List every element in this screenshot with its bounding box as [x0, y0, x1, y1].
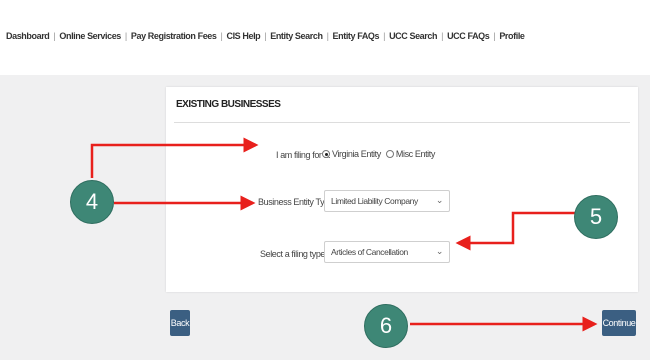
nav-item-pay-registration-fees[interactable]: Pay Registration Fees	[131, 31, 217, 41]
radio-button-unchecked[interactable]	[385, 150, 394, 158]
callout-badge-6: 6	[364, 304, 408, 348]
filing-type-value: Articles of Cancellation	[331, 247, 408, 257]
nav-separator: |	[383, 31, 386, 41]
divider	[174, 122, 630, 123]
nav-separator: |	[493, 31, 496, 41]
nav-item-dashboard[interactable]: Dashboard	[6, 31, 50, 41]
nav-separator: |	[326, 31, 329, 41]
nav-item-entity-search[interactable]: Entity Search	[270, 31, 323, 41]
top-navigation: Dashboard | Online Services | Pay Regist…	[0, 0, 650, 75]
filing-type-select[interactable]: Articles of Cancellation ⌄	[324, 241, 450, 263]
continue-button[interactable]: Continue	[602, 310, 636, 336]
radio-button-checked[interactable]	[322, 150, 330, 158]
radio-option-misc-entity[interactable]: Misc Entity	[385, 149, 436, 159]
filing-type-label-text: Select a filing type:	[260, 249, 328, 259]
chevron-down-icon: ⌄	[435, 246, 444, 256]
nav-separator: |	[124, 31, 127, 41]
card-title: EXISTING BUSINESSES	[176, 99, 281, 110]
back-button[interactable]: Back	[170, 310, 190, 336]
nav-item-entity-faqs[interactable]: Entity FAQs	[333, 31, 380, 41]
nav-bar: Dashboard | Online Services | Pay Regist…	[6, 31, 525, 41]
nav-item-ucc-faqs[interactable]: UCC FAQs	[447, 31, 490, 41]
existing-businesses-card: EXISTING BUSINESSES I am filing for a: V…	[166, 87, 638, 292]
nav-separator: |	[53, 31, 56, 41]
nav-separator: |	[264, 31, 267, 41]
nav-item-cis-help[interactable]: CIS Help	[226, 31, 260, 41]
filing-type-label: Select a filing type:*	[260, 249, 331, 259]
nav-item-online-services[interactable]: Online Services	[59, 31, 121, 41]
radio-label-virginia-entity: Virginia Entity	[332, 149, 381, 159]
filing-for-radio-group: Virginia Entity Misc Entity	[322, 149, 440, 159]
radio-label-misc-entity: Misc Entity	[395, 149, 436, 159]
business-entity-type-select[interactable]: Limited Liability Company ⌄	[324, 190, 450, 212]
business-entity-type-value: Limited Liability Company	[331, 196, 418, 206]
callout-badge-5: 5	[574, 195, 618, 239]
nav-item-ucc-search[interactable]: UCC Search	[389, 31, 437, 41]
nav-item-profile[interactable]: Profile	[499, 31, 525, 41]
radio-option-virginia-entity[interactable]: Virginia Entity	[322, 149, 381, 159]
nav-separator: |	[441, 31, 444, 41]
chevron-down-icon: ⌄	[435, 195, 444, 205]
callout-badge-4: 4	[70, 180, 114, 224]
nav-separator: |	[220, 31, 223, 41]
